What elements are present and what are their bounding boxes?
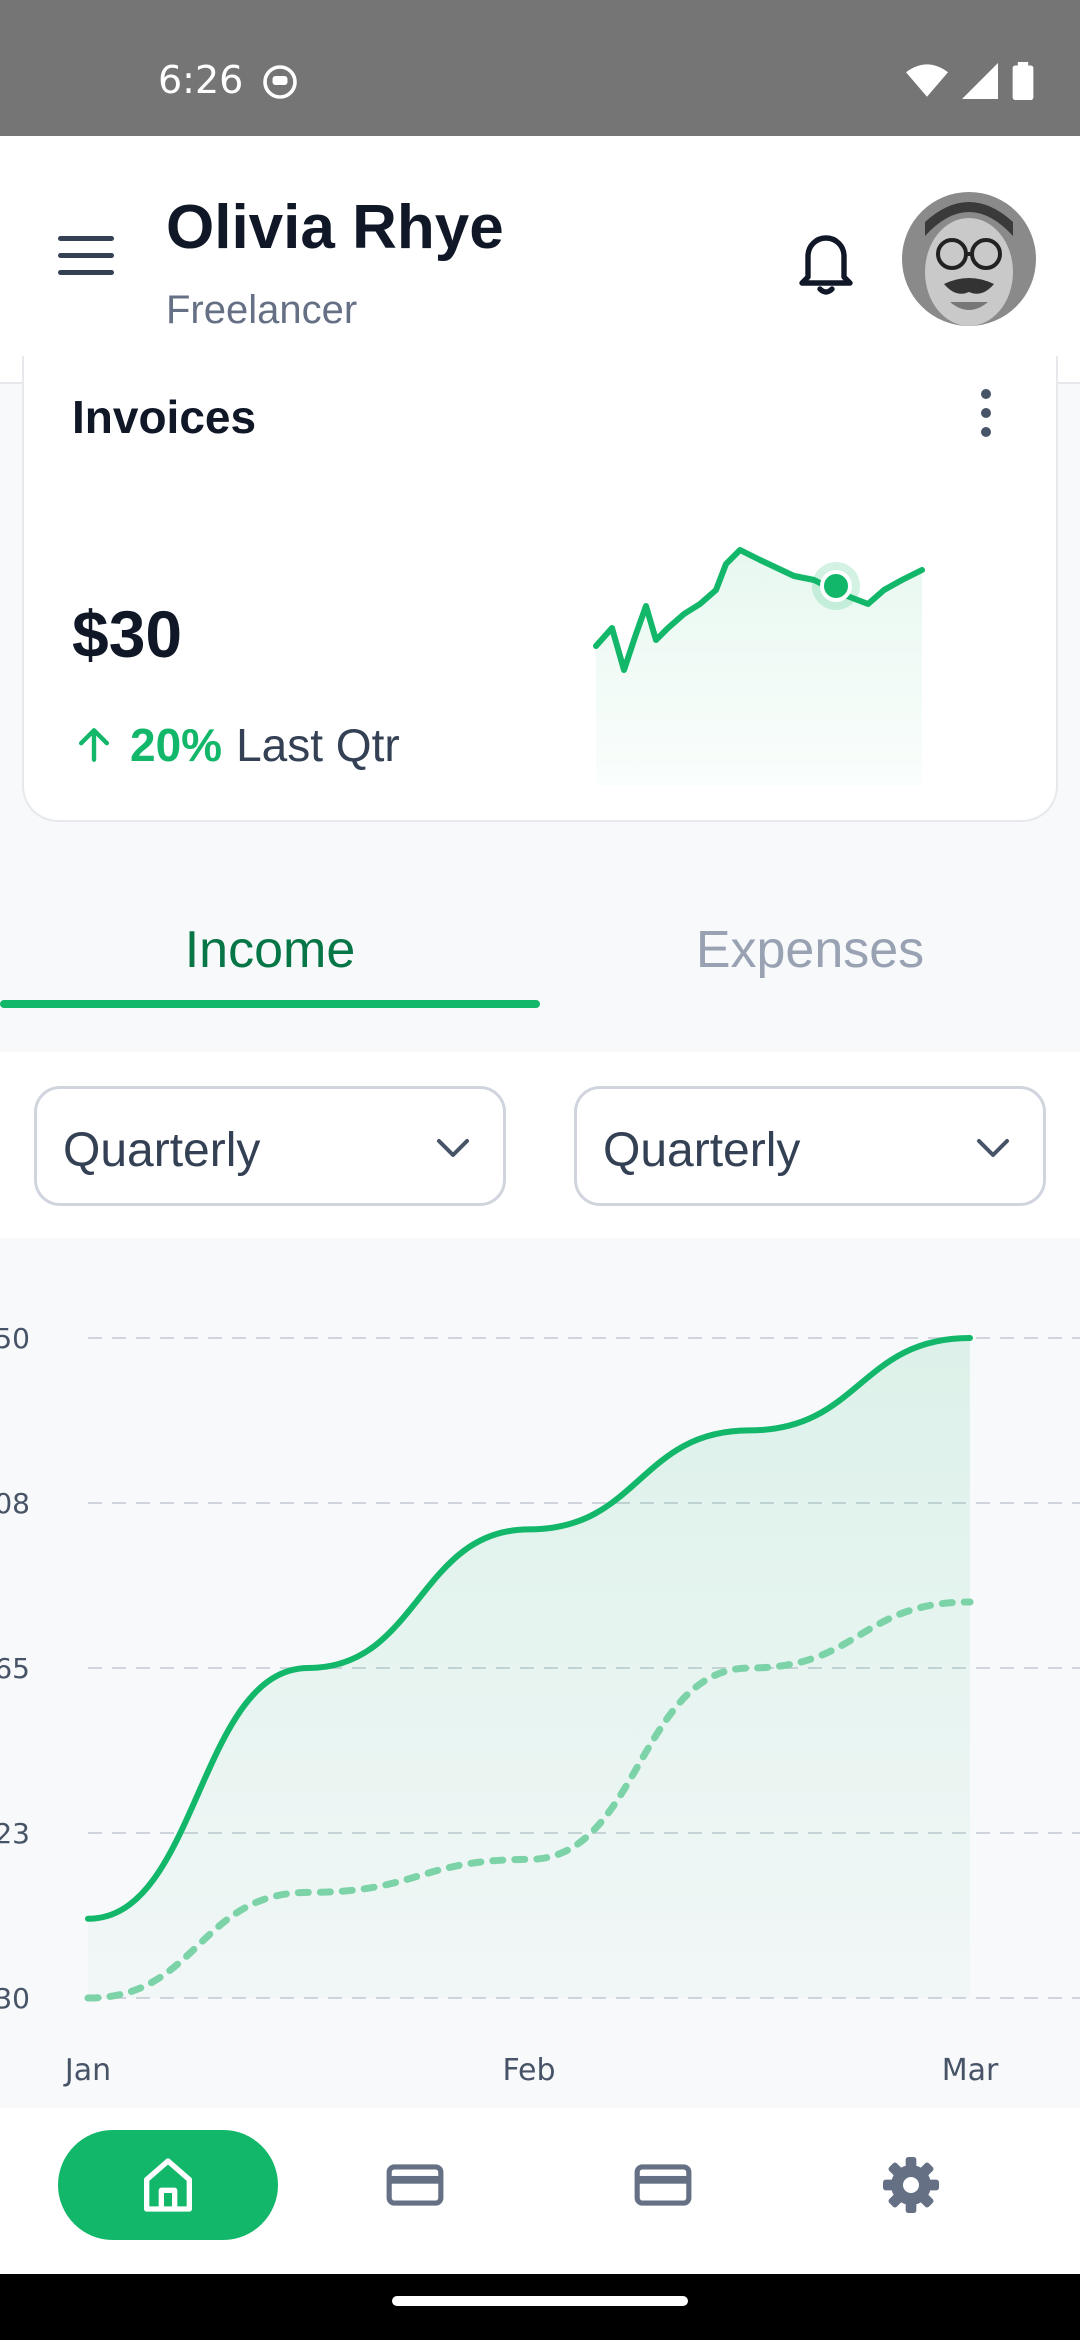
invoice-sparkline [593,546,925,786]
gear-icon [883,2157,939,2213]
invoice-title: Invoices [72,391,257,443]
x-tick-label: Jan [63,2053,111,2088]
tab-bar: Income Expenses [0,890,1080,1052]
signal-icon [962,63,998,99]
credit-card-icon [386,2164,444,2206]
period-select-1-value: Quarterly [63,1124,261,1177]
user-name: Olivia Rhye [166,193,504,262]
x-tick-label: Mar [942,2053,999,2088]
more-vertical-icon[interactable] [972,386,1000,440]
x-tick-label: Feb [502,2053,555,2088]
tab-income[interactable]: Income [0,890,540,1010]
user-role: Freelancer [166,288,358,332]
change-percent: 20% [130,719,223,771]
y-tick-label: 65 [0,1652,30,1685]
y-tick-label: 23 [0,1817,30,1850]
income-chart: 50 08 65 23 30 Jan Feb Mar [0,1238,1080,2108]
invoice-amount: $30 [72,597,183,671]
status-icons [906,62,1034,100]
notification-app-icon [263,65,297,99]
nav-home[interactable] [58,2130,278,2240]
bell-icon[interactable] [790,226,862,298]
wifi-icon [906,64,948,97]
active-tab-indicator [0,1000,540,1008]
home-icon [144,2158,192,2212]
nav-settings[interactable] [856,2130,966,2240]
bottom-navigation [0,2108,1080,2274]
nav-payments[interactable] [608,2130,718,2240]
chevron-down-icon [437,1139,469,1157]
menu-icon[interactable] [56,232,118,280]
change-label: Last Qtr [236,719,400,771]
avatar[interactable] [902,192,1036,326]
period-select-2[interactable]: Quarterly [574,1086,1046,1206]
system-gesture-bar [0,2274,1080,2340]
sparkline-fill [596,546,922,786]
y-tick-label: 30 [0,1982,30,2015]
home-gesture-handle[interactable] [392,2296,688,2306]
invoice-change: 20% Last Qtr [72,718,400,772]
y-tick-label: 50 [0,1322,30,1355]
period-select-1[interactable]: Quarterly [34,1086,506,1206]
arrow-up-icon [78,728,110,762]
avatar-image [902,192,1036,326]
status-time: 6:26 [158,58,244,102]
credit-card-icon [634,2164,692,2206]
tab-expenses[interactable]: Expenses [540,890,1080,1010]
y-tick-label: 08 [0,1487,30,1520]
chevron-down-icon [977,1139,1009,1157]
sparkline-marker [820,570,852,602]
battery-icon [1012,62,1034,100]
filter-row: Quarterly Quarterly [0,1052,1080,1238]
income-chart-svg: 50 08 65 23 30 Jan Feb Mar [0,1322,1080,2088]
period-select-2-value: Quarterly [603,1124,801,1177]
nav-cards[interactable] [360,2130,470,2240]
app-header: Olivia Rhye Freelancer [0,136,1080,384]
status-bar: 6:26 [0,0,1080,136]
invoice-card[interactable]: Invoices $30 20% Last Qtr [22,356,1058,822]
